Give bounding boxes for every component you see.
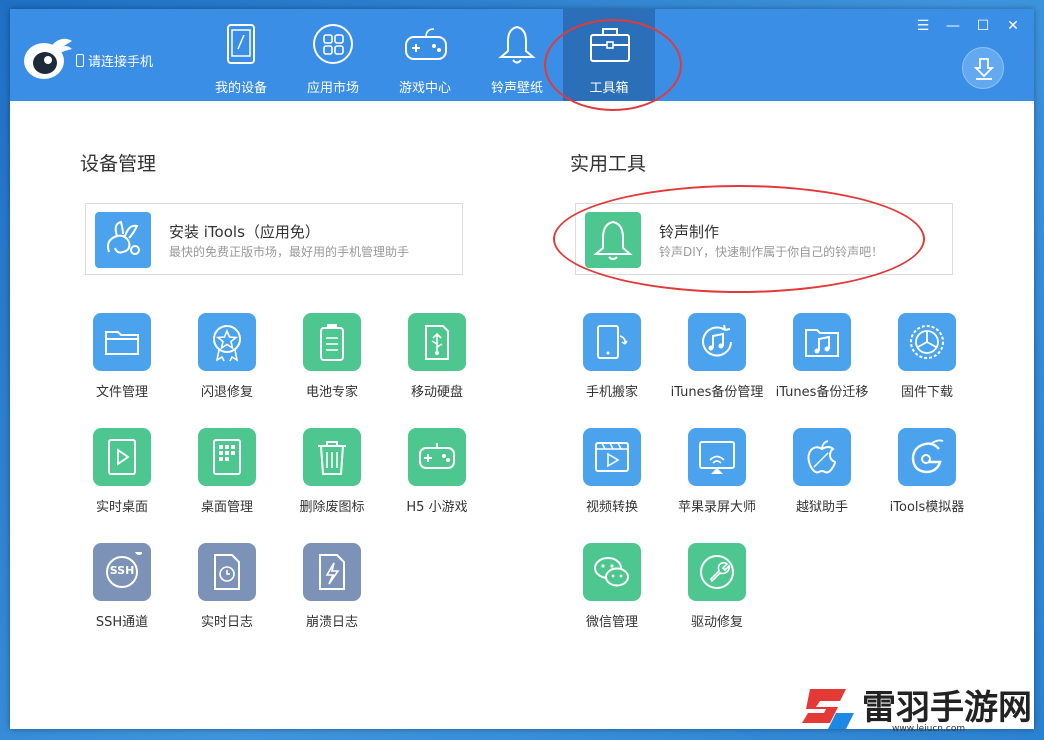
tool-firmware-download[interactable]: 固件下载 [875, 313, 979, 413]
download-button[interactable] [962, 47, 1004, 89]
tool-label: 崩溃日志 [305, 615, 358, 630]
watermark-text: 雷羽手游网 [862, 688, 1032, 728]
tab-app-market[interactable]: 应用市场 [287, 9, 379, 101]
minimize-icon[interactable]: — [944, 17, 962, 35]
wrench-icon [688, 543, 746, 601]
phone-sync-icon [583, 313, 641, 371]
tool-driver-repair[interactable]: 驱动修复 [665, 543, 769, 643]
tool-itools-emulator[interactable]: iTools模拟器 [875, 428, 979, 528]
tool-itunes-backup-management[interactable]: iTunes备份管理 [665, 313, 769, 413]
close-icon[interactable]: ✕ [1004, 17, 1022, 35]
card-title: 安装 iTools（应用免） [169, 223, 320, 241]
bell-icon [498, 25, 536, 64]
tablet-icon [227, 24, 255, 64]
tool-realtime-log[interactable]: 实时日志 [175, 543, 279, 643]
ssh-icon: SSH [93, 543, 151, 601]
maximize-icon[interactable]: ☐ [974, 17, 992, 35]
tool-crash-log[interactable]: 崩溃日志 [280, 543, 384, 643]
tool-phone-migration[interactable]: 手机搬家 [560, 313, 664, 413]
tool-label: 移动硬盘 [410, 385, 463, 400]
firmware-icon [898, 313, 956, 371]
itools-logo-icon [24, 38, 72, 79]
apple-icon [793, 428, 851, 486]
tool-realtime-desktop[interactable]: 实时桌面 [70, 428, 174, 528]
usb-drive-icon [408, 313, 466, 371]
title-bar: 请连接手机 我的设备 应用市场 游戏中心 铃声壁纸 工具箱 ☰ — ☐ ✕ [10, 9, 1034, 101]
tool-itunes-backup-migration[interactable]: iTunes备份迁移 [770, 313, 874, 413]
apps-grid-icon [313, 24, 353, 64]
highlight-ellipse-toolbox [544, 19, 682, 111]
watermark-url: www.leiucn.com [892, 724, 966, 734]
music-sync-icon [688, 313, 746, 371]
tool-label: H5 小游戏 [406, 500, 468, 515]
gamepad-icon [408, 428, 466, 486]
tab-game-center[interactable]: 游戏中心 [379, 9, 471, 101]
tab-label: 游戏中心 [398, 81, 451, 96]
tab-label: 我的设备 [214, 81, 267, 96]
itools-g-icon [898, 428, 956, 486]
tool-jailbreak-assistant[interactable]: 越狱助手 [770, 428, 874, 528]
tool-delete-icons[interactable]: 删除废图标 [280, 428, 384, 528]
window-controls: ☰ — ☐ ✕ [914, 17, 1022, 35]
trash-icon [303, 428, 361, 486]
device-management-title: 设备管理 [80, 153, 157, 175]
tool-mobile-drive[interactable]: 移动硬盘 [385, 313, 489, 413]
highlight-ellipse-ringtone [553, 185, 925, 293]
rabbit-icon [95, 212, 151, 268]
tool-label: 固件下载 [900, 385, 953, 400]
connect-phone-status[interactable]: 请连接手机 [76, 51, 153, 70]
video-icon [583, 428, 641, 486]
airplay-icon [688, 428, 746, 486]
crash-file-icon [303, 543, 361, 601]
tool-crash-fix[interactable]: 闪退修复 [175, 313, 279, 413]
ssh-icon-text: SSH [109, 564, 135, 577]
battery-icon [303, 313, 361, 371]
watermark-logo-icon [802, 689, 854, 729]
utility-tools-title: 实用工具 [570, 153, 647, 175]
tool-wechat-management[interactable]: 微信管理 [560, 543, 664, 643]
connect-label: 请连接手机 [88, 55, 154, 70]
tool-label: 驱动修复 [690, 615, 743, 630]
phone-icon [76, 54, 84, 67]
tool-screen-recorder[interactable]: 苹果录屏大师 [665, 428, 769, 528]
badge-star-icon [198, 313, 256, 371]
tool-label: iTools模拟器 [889, 500, 965, 515]
menu-icon[interactable]: ☰ [914, 17, 932, 35]
tab-label: 应用市场 [306, 81, 359, 96]
tool-desktop-management[interactable]: 桌面管理 [175, 428, 279, 528]
wechat-icon [583, 543, 641, 601]
install-itools-card[interactable]: 安装 iTools（应用免） 最快的免费正版市场，最好用的手机管理助手 [85, 203, 463, 275]
tool-h5-games[interactable]: H5 小游戏 [385, 428, 489, 528]
clock-file-icon [198, 543, 256, 601]
tool-file-management[interactable]: 文件管理 [70, 313, 174, 413]
itools-window: 请连接手机 我的设备 应用市场 游戏中心 铃声壁纸 工具箱 ☰ — ☐ ✕ 设备… [10, 9, 1034, 729]
tool-ssh-tunnel[interactable]: SSH SSH通道 [70, 543, 174, 643]
card-description: 最快的免费正版市场，最好用的手机管理助手 [169, 245, 410, 259]
tool-video-convert[interactable]: 视频转换 [560, 428, 664, 528]
music-folder-icon [793, 313, 851, 371]
folder-icon [93, 313, 151, 371]
download-icon [973, 58, 995, 80]
gamepad-icon [405, 28, 447, 60]
tool-battery-expert[interactable]: 电池专家 [280, 313, 384, 413]
play-screen-icon [93, 428, 151, 486]
tab-my-device[interactable]: 我的设备 [195, 9, 287, 101]
phone-grid-icon [198, 428, 256, 486]
